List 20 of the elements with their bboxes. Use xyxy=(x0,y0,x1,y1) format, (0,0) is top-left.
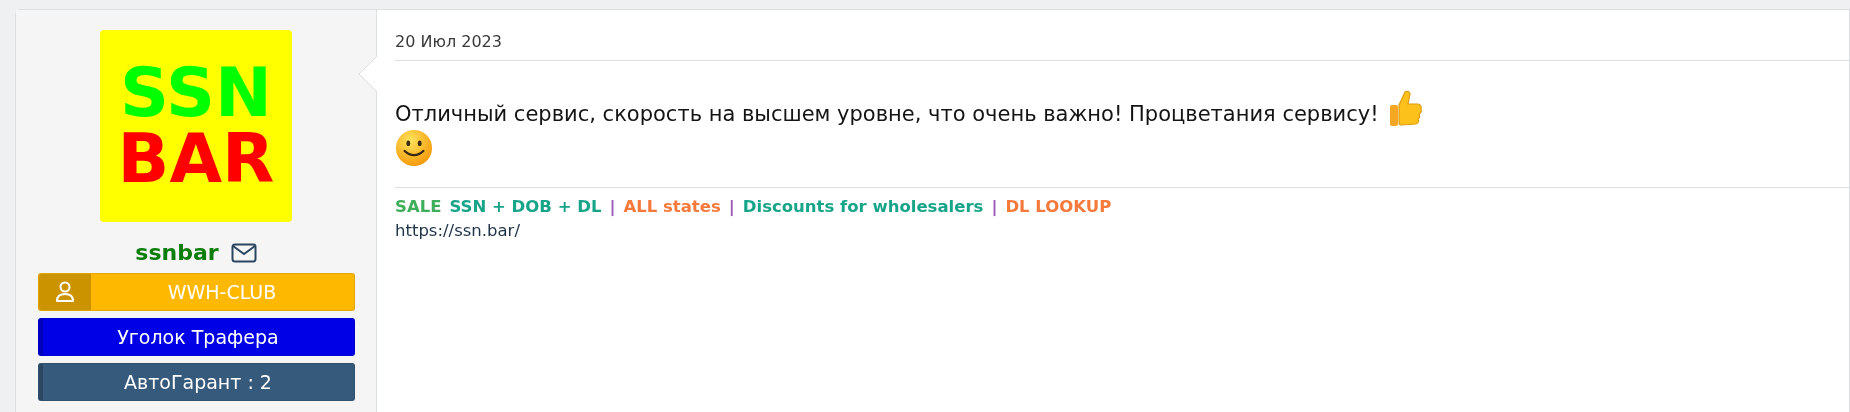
signature-text: SSN + DOB + DL xyxy=(449,196,602,218)
avatar-text: SSN xyxy=(120,60,272,126)
signature-text: Discounts for wholesalers xyxy=(742,196,984,218)
envelope-icon[interactable] xyxy=(230,242,257,263)
signature-text: | xyxy=(991,196,998,218)
signature-text: SALE xyxy=(395,196,442,218)
user-icon xyxy=(38,274,91,310)
signature-text: | xyxy=(728,196,735,218)
signature-text: DL LOOKUP xyxy=(1005,196,1112,218)
user-badge: Уголок Трафера xyxy=(37,318,355,356)
smiley-icon xyxy=(395,129,433,167)
signature-text: | xyxy=(609,196,616,218)
post-date[interactable]: 20 Июл 2023 xyxy=(395,32,502,51)
username[interactable]: ssnbar xyxy=(135,236,219,269)
user-badge: АвтоГарант : 2 xyxy=(37,363,355,401)
avatar-text: BAR xyxy=(117,126,275,192)
user-badge: WWH-CLUB xyxy=(37,273,355,311)
signature-link[interactable]: https://ssn.bar/ xyxy=(395,221,520,240)
signature-text: ALL states xyxy=(623,196,721,218)
post-message: Отличный сервис, скорость на высшем уровне, что очень важно! Процветания сервису! xyxy=(395,101,1379,128)
